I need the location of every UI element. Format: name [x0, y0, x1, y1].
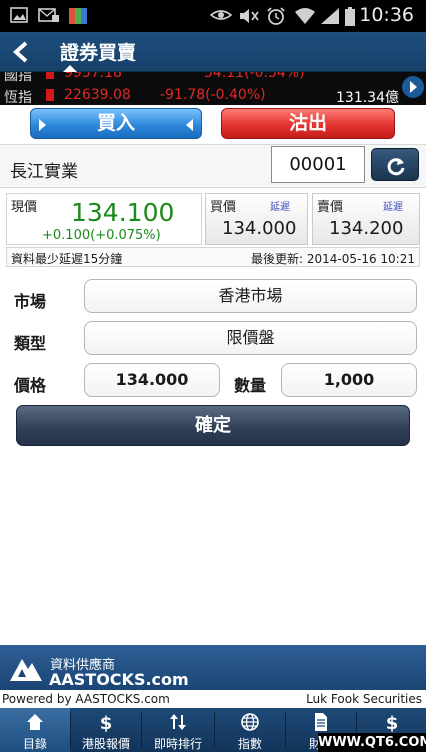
ticker-next-icon[interactable]	[402, 76, 424, 98]
clock: 10:36	[359, 4, 414, 26]
ticker-index-name: 國指	[4, 72, 32, 84]
powered-by-bar: Powered by AASTOCKS.com Luk Fook Securit…	[0, 690, 426, 708]
ticker-change: -91.78(-0.40%)	[160, 87, 266, 103]
price-input[interactable]: 134.000	[84, 363, 220, 397]
delay-note: 資料最少延遲15分鐘	[11, 252, 123, 266]
image-icon	[10, 7, 28, 25]
app-icon	[68, 7, 88, 25]
ask-price-label: 賣價	[317, 200, 344, 215]
tab-label: 港股報價	[81, 737, 130, 751]
confirm-button[interactable]: 確定	[16, 405, 410, 446]
buy-button[interactable]: 買入	[30, 108, 202, 139]
current-price-label: 現價	[11, 200, 38, 215]
mail-icon	[38, 7, 60, 25]
page-title: 證券買賣	[60, 42, 137, 64]
back-arrow-icon[interactable]	[10, 40, 36, 64]
quote-info-bar: 資料最少延遲15分鐘 最後更新: 2014-05-16 10:21	[6, 247, 420, 267]
stock-code-input[interactable]: 00001	[271, 146, 365, 183]
index-ticker: 國指 9937.18 54.11(-0.54%) 恆指 22639.08 -91…	[0, 72, 426, 105]
status-bar: 10:36	[0, 0, 426, 32]
bid-price-panel: 買價 延遲 134.000	[205, 193, 308, 245]
powered-by-text: Powered by AASTOCKS.com	[2, 692, 170, 706]
document-icon	[315, 713, 327, 731]
provider-brand: AASTOCKS.com	[49, 670, 189, 689]
ticker-turnover: 131.34億	[336, 90, 399, 105]
sell-button-label: 沽出	[288, 112, 327, 134]
wifi-icon	[294, 7, 316, 25]
tab-menu[interactable]: 目錄	[0, 708, 70, 752]
tab-label: 即時排行	[153, 737, 202, 751]
quantity-input[interactable]: 1,000	[281, 363, 417, 397]
ask-price-panel: 賣價 延遲 134.200	[312, 193, 420, 245]
price-label: 價格	[14, 376, 47, 395]
right-triangle-icon	[39, 119, 46, 131]
battery-icon	[344, 7, 356, 26]
dollar-icon: $	[100, 713, 113, 732]
left-triangle-icon	[186, 119, 193, 131]
ticker-row: 恆指 22639.08 -91.78(-0.40%) 131.34億	[0, 87, 426, 105]
buy-button-label: 買入	[96, 112, 135, 134]
down-indicator-icon	[46, 72, 54, 79]
ticker-change: 54.11(-0.54%)	[204, 72, 305, 81]
last-update: 最後更新: 2014-05-16 10:21	[251, 252, 415, 266]
down-indicator-icon	[46, 89, 54, 101]
dollar-icon: $	[385, 713, 398, 732]
ticker-index-name: 恆指	[4, 90, 32, 105]
broker-name: Luk Fook Securities	[306, 692, 422, 706]
bid-price-value: 134.000	[222, 218, 297, 239]
globe-icon	[241, 713, 259, 731]
eye-icon	[209, 7, 233, 25]
market-label: 市場	[14, 292, 47, 311]
market-select[interactable]: 香港市場	[84, 279, 417, 313]
signal-icon	[320, 7, 340, 25]
mute-icon	[238, 7, 260, 25]
bid-price-label: 買價	[210, 200, 237, 215]
current-price-panel: 現價 134.100 +0.100(+0.075%)	[6, 193, 202, 245]
order-type-label: 類型	[14, 334, 47, 353]
tab-label: 目錄	[22, 737, 47, 751]
svg-text:$: $	[385, 713, 398, 732]
ask-price-value: 134.200	[329, 218, 404, 239]
ticker-row: 國指 9937.18 54.11(-0.54%)	[0, 72, 426, 84]
home-icon	[27, 714, 43, 730]
ask-delay-badge: 延遲	[383, 202, 403, 213]
price-change: +0.100(+0.075%)	[42, 228, 161, 243]
quantity-label: 數量	[234, 376, 267, 395]
bid-delay-badge: 延遲	[270, 202, 290, 213]
refresh-button[interactable]	[371, 148, 419, 181]
aastocks-logo-icon	[8, 655, 44, 685]
current-price-value: 134.100	[71, 198, 175, 227]
ticker-value: 9937.18	[64, 72, 122, 81]
order-type-select[interactable]: 限價盤	[84, 321, 417, 355]
refresh-icon	[387, 158, 405, 176]
stock-name: 長江實業	[10, 162, 78, 182]
tab-label: 指數	[237, 737, 262, 751]
sell-button[interactable]: 沽出	[221, 108, 395, 139]
svg-text:$: $	[100, 713, 113, 732]
tab-indices[interactable]: 指數	[215, 708, 285, 752]
ticker-value: 22639.08	[64, 87, 131, 103]
watermark: WWW.QT6.COM	[318, 733, 426, 752]
tab-rankings[interactable]: 即時排行	[142, 708, 214, 752]
tab-hk-quotes[interactable]: $ 港股報價	[71, 708, 141, 752]
title-bar: 證券買賣	[0, 32, 426, 73]
alarm-icon	[266, 7, 286, 25]
sort-arrows-icon	[170, 714, 186, 730]
